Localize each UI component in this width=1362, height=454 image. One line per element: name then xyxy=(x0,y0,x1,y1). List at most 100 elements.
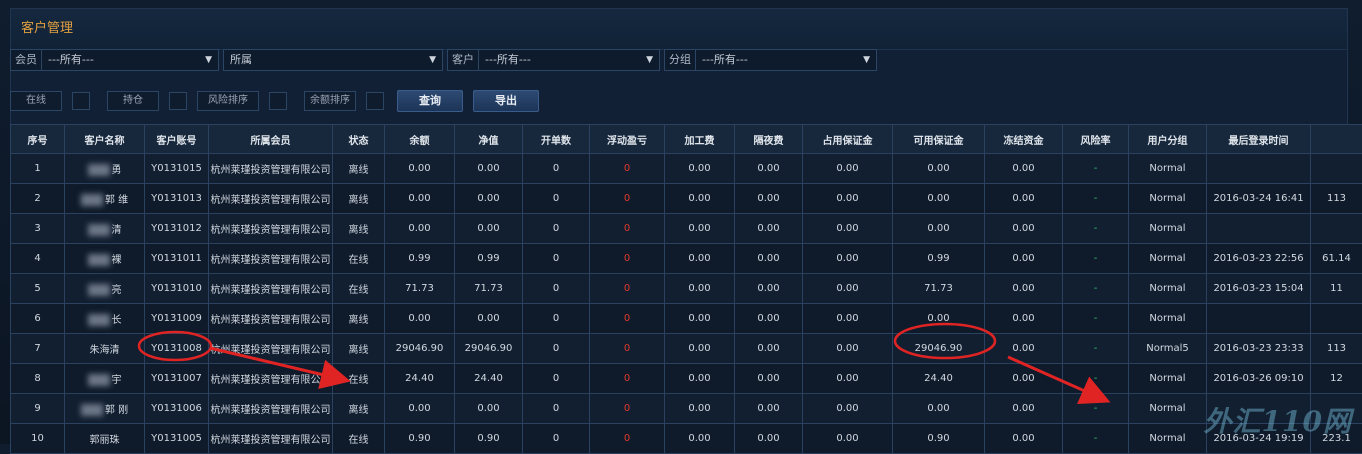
cell-text: 0.00 xyxy=(1012,223,1034,234)
cell-text: 10 xyxy=(31,433,44,444)
panel-title: 客户管理 xyxy=(11,9,1347,50)
table-cell: 24.40 xyxy=(893,364,985,394)
table-cell: 0.00 xyxy=(455,394,523,424)
table-row[interactable]: 10郭丽珠Y0131005杭州莱瑾投资管理有限公司在线0.900.90000.0… xyxy=(11,424,1362,454)
query-button[interactable]: 查询 xyxy=(397,90,463,112)
table-row[interactable]: 8宇Y0131007杭州莱瑾投资管理有限公司在线24.4024.40000.00… xyxy=(11,364,1362,394)
table-cell: 杭州莱瑾投资管理有限公司 xyxy=(209,274,333,304)
table-cell: 长 xyxy=(65,304,145,334)
column-header[interactable]: 客户账号 xyxy=(145,125,209,154)
online-chip[interactable]: 在线 xyxy=(10,91,62,111)
cell-text: 0 xyxy=(553,403,559,414)
cell-text: 12 xyxy=(1330,373,1343,384)
table-cell: 0.00 xyxy=(735,394,803,424)
table-cell: Y0131011 xyxy=(145,244,209,274)
table-cell: 离线 xyxy=(333,334,385,364)
column-header[interactable]: 序号 xyxy=(11,125,65,154)
column-header[interactable]: 所属会员 xyxy=(209,125,333,154)
column-header[interactable]: 隔夜费 xyxy=(735,125,803,154)
table-row[interactable]: 6长Y0131009杭州莱瑾投资管理有限公司离线0.000.00000.000.… xyxy=(11,304,1362,334)
table-cell: 0.00 xyxy=(455,154,523,184)
column-header[interactable]: 风险率 xyxy=(1063,125,1129,154)
column-header[interactable]: 余额 xyxy=(385,125,455,154)
chevron-down-icon: ▼ xyxy=(429,50,436,70)
cell-text: - xyxy=(1094,433,1098,444)
table-cell: 0 xyxy=(523,424,590,454)
cell-text: Y0131012 xyxy=(151,223,202,234)
cell-text: 0.00 xyxy=(757,253,779,264)
table-row[interactable]: 1勇Y0131015杭州莱瑾投资管理有限公司离线0.000.00000.000.… xyxy=(11,154,1362,184)
column-header[interactable]: 浮动盈亏 xyxy=(590,125,665,154)
table-cell: 0 xyxy=(523,244,590,274)
cell-text: 在线 xyxy=(349,435,369,446)
cell-text: 杭州莱瑾投资管理有限公司 xyxy=(211,315,331,326)
table-row[interactable]: 3清Y0131012杭州莱瑾投资管理有限公司离线0.000.00000.000.… xyxy=(11,214,1362,244)
cell-text: 0 xyxy=(624,163,630,174)
cell-text: 在线 xyxy=(349,375,369,386)
table-cell: 在线 xyxy=(333,274,385,304)
table-cell: 2016-03-24 16:41 xyxy=(1207,184,1311,214)
balance-sort-chip[interactable]: 余额排序 xyxy=(304,91,356,111)
table-cell: 0.00 xyxy=(803,214,893,244)
filter-group[interactable]: 分组 ---所有--- ▼ xyxy=(664,49,877,71)
cell-text: 0 xyxy=(553,433,559,444)
cell-text: 0.00 xyxy=(688,223,710,234)
cell-text: 0 xyxy=(553,373,559,384)
balance-sort-checkbox[interactable] xyxy=(366,92,384,110)
column-header[interactable]: 加工费 xyxy=(665,125,735,154)
risk-sort-chip[interactable]: 风险排序 xyxy=(197,91,259,111)
online-checkbox[interactable] xyxy=(72,92,90,110)
table-cell: 在线 xyxy=(333,364,385,394)
filter-group-select[interactable]: ---所有--- ▼ xyxy=(696,50,876,70)
table-cell: 杭州莱瑾投资管理有限公司 xyxy=(209,244,333,274)
position-chip[interactable]: 持仓 xyxy=(107,91,159,111)
table-cell: - xyxy=(1063,304,1129,334)
table-row[interactable]: 7朱海清Y0131008杭州莱瑾投资管理有限公司离线29046.9029046.… xyxy=(11,334,1362,364)
table-cell: 0.00 xyxy=(803,364,893,394)
column-header[interactable]: 占用保证金 xyxy=(803,125,893,154)
filter-belong[interactable]: 所属 ▼ xyxy=(223,49,443,71)
cell-text: 0.00 xyxy=(1012,313,1034,324)
column-header[interactable]: 用户分组 xyxy=(1129,125,1207,154)
table-row[interactable]: 2郭 维Y0131013杭州莱瑾投资管理有限公司离线0.000.00000.00… xyxy=(11,184,1362,214)
column-header[interactable]: 开单数 xyxy=(523,125,590,154)
table-cell: 71.73 xyxy=(385,274,455,304)
cell-text: Normal xyxy=(1149,433,1185,444)
cell-text: 8 xyxy=(34,373,40,384)
column-header[interactable]: 可用保证金 xyxy=(893,125,985,154)
column-header[interactable]: 冻结资金 xyxy=(985,125,1063,154)
column-header[interactable]: 净值 xyxy=(455,125,523,154)
filter-member[interactable]: 会员 ---所有--- ▼ xyxy=(10,49,219,71)
filter-customer[interactable]: 客户 ---所有--- ▼ xyxy=(447,49,660,71)
column-header[interactable] xyxy=(1311,125,1362,154)
table-cell: Normal xyxy=(1129,214,1207,244)
cell-text: 0.00 xyxy=(408,403,430,414)
table-row[interactable]: 5亮Y0131010杭州莱瑾投资管理有限公司在线71.7371.73000.00… xyxy=(11,274,1362,304)
table-row[interactable]: 9郭 刚Y0131006杭州莱瑾投资管理有限公司离线0.000.00000.00… xyxy=(11,394,1362,424)
cell-text: 0 xyxy=(553,193,559,204)
table-cell: 在线 xyxy=(333,244,385,274)
risk-sort-checkbox[interactable] xyxy=(269,92,287,110)
column-header[interactable]: 客户名称 xyxy=(65,125,145,154)
table-cell: 在线 xyxy=(333,424,385,454)
cell-text: 0.00 xyxy=(836,433,858,444)
export-button[interactable]: 导出 xyxy=(473,90,539,112)
column-header[interactable]: 状态 xyxy=(333,125,385,154)
filter-member-select[interactable]: ---所有--- ▼ xyxy=(42,50,218,70)
table-cell: 0.90 xyxy=(893,424,985,454)
filter-belong-select[interactable]: 所属 ▼ xyxy=(224,50,442,70)
cell-text: Y0131009 xyxy=(151,313,202,324)
table-cell: 24.40 xyxy=(385,364,455,394)
table-cell: 0.00 xyxy=(735,154,803,184)
table-cell: 0.00 xyxy=(985,154,1063,184)
table-cell: 1 xyxy=(11,154,65,184)
filter-customer-select[interactable]: ---所有--- ▼ xyxy=(479,50,659,70)
position-checkbox[interactable] xyxy=(169,92,187,110)
cell-text: 0.00 xyxy=(688,433,710,444)
table-cell: 0.99 xyxy=(455,244,523,274)
cell-text: 0.00 xyxy=(927,313,949,324)
customer-table: 序号客户名称客户账号所属会员状态余额净值开单数浮动盈亏加工费隔夜费占用保证金可用… xyxy=(10,124,1362,454)
table-row[interactable]: 4裸Y0131011杭州莱瑾投资管理有限公司在线0.990.99000.000.… xyxy=(11,244,1362,274)
column-header[interactable]: 最后登录时间 xyxy=(1207,125,1311,154)
table-cell: 11 xyxy=(1311,274,1362,304)
